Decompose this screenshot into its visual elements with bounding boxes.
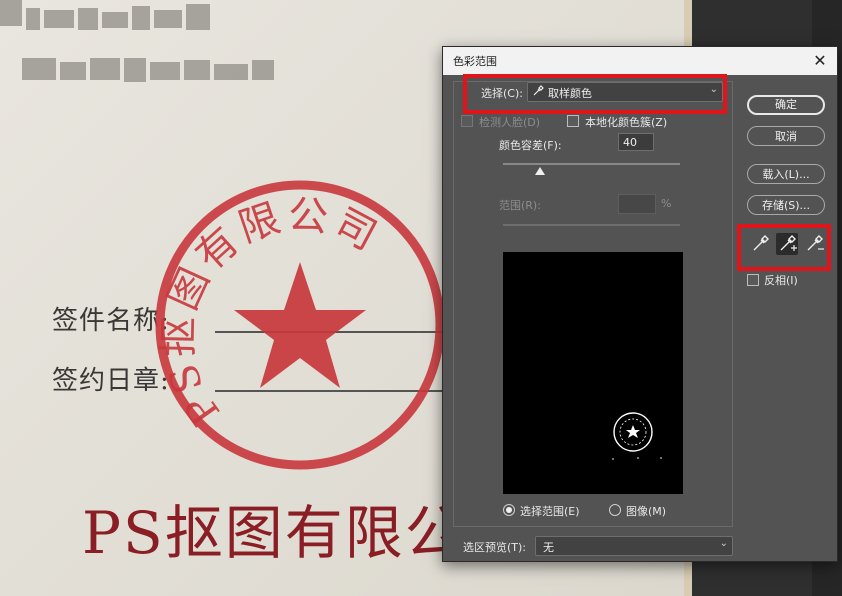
image-radio[interactable]: [609, 504, 621, 516]
eyedropper-tool[interactable]: [749, 233, 771, 255]
company-seal: PS抠图有限公司: [155, 180, 445, 470]
fuzziness-slider-thumb[interactable]: [535, 167, 545, 175]
range-unit: %: [661, 197, 672, 210]
color-range-dialog: 色彩范围 ✕ 选择(C): 取样颜色 ⌄ 检测人脸(D) 本地化颜色簇(Z) 颜…: [442, 46, 838, 562]
invert-label: 反相(I): [764, 274, 798, 287]
ok-button[interactable]: 确定: [747, 95, 825, 115]
chevron-down-icon: ⌄: [719, 538, 728, 549]
add-to-sample-tool[interactable]: [776, 233, 798, 255]
company-name-large: PS抠图有限公: [82, 499, 465, 567]
eyedropper-icon: [753, 235, 769, 251]
selection-radio[interactable]: [503, 504, 515, 516]
selection-preview-dropdown[interactable]: 无 ⌄: [535, 536, 733, 556]
select-dropdown[interactable]: 取样颜色 ⌄: [527, 82, 723, 102]
fuzziness-label: 颜色容差(F):: [499, 139, 562, 152]
image-radio-label: 图像(M): [626, 505, 667, 518]
detect-faces-label: 检测人脸(D): [479, 116, 541, 129]
selection-preview-value: 无: [543, 541, 554, 554]
fuzziness-input[interactable]: 40: [618, 133, 654, 151]
eyedropper-plus-icon: [780, 235, 797, 251]
subtract-from-sample-tool[interactable]: [803, 233, 825, 255]
localized-clusters-checkbox[interactable]: [567, 115, 579, 127]
selection-radio-label: 选择范围(E): [520, 505, 580, 518]
range-label: 范围(R):: [499, 199, 541, 212]
blurred-text-row-2: [22, 58, 274, 82]
preview-seal-mask: [612, 412, 662, 460]
range-input: [618, 194, 656, 214]
dialog-title: 色彩范围: [453, 55, 497, 68]
dialog-titlebar[interactable]: 色彩范围 ✕: [443, 47, 837, 75]
select-label: 选择(C):: [481, 87, 523, 100]
load-button[interactable]: 载入(L)...: [747, 164, 825, 184]
save-button[interactable]: 存储(S)...: [747, 195, 825, 215]
invert-checkbox[interactable]: [747, 274, 759, 286]
cancel-button[interactable]: 取消: [747, 126, 825, 146]
detect-faces-checkbox[interactable]: [461, 115, 473, 127]
selection-preview-image: [503, 252, 683, 494]
close-button[interactable]: ✕: [809, 50, 831, 72]
eyedropper-minus-icon: [807, 235, 824, 251]
chevron-down-icon: ⌄: [709, 84, 718, 95]
eyedropper-icon: [533, 85, 544, 96]
localized-clusters-label: 本地化颜色簇(Z): [585, 116, 668, 129]
fuzziness-slider-track[interactable]: [503, 163, 680, 165]
range-slider-track: [503, 224, 680, 226]
selection-preview-label: 选区预览(T):: [463, 541, 527, 554]
select-value: 取样颜色: [548, 87, 592, 100]
blurred-text-row-1: [0, 0, 210, 30]
